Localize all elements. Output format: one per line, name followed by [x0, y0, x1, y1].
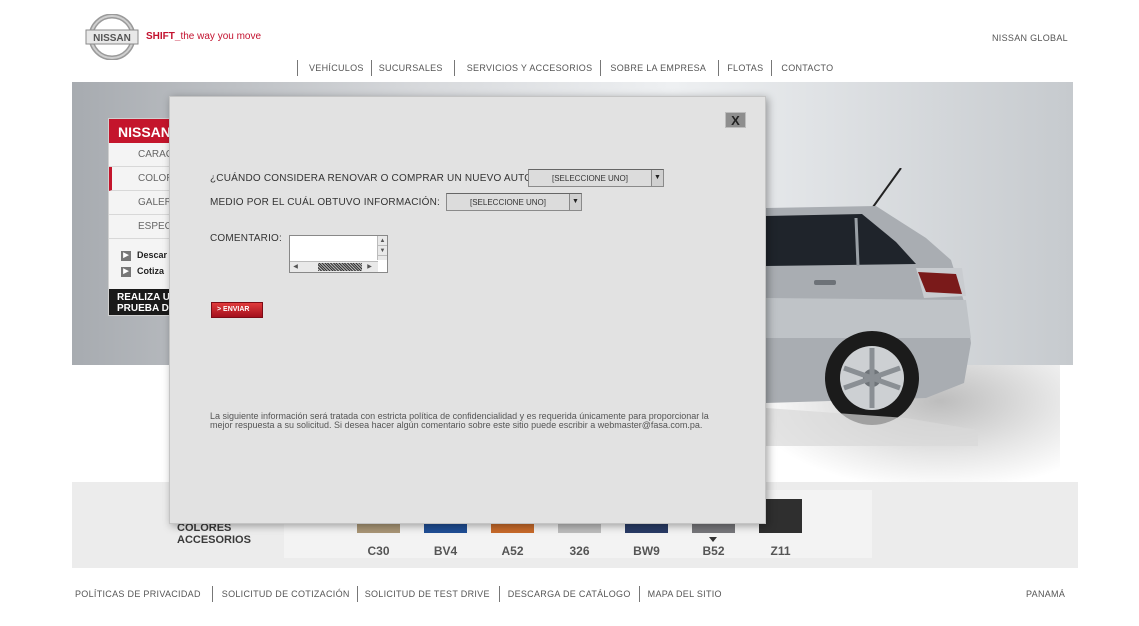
nav-servicios-accesorios[interactable]: SERVICIOS Y ACCESORIOS [453, 60, 601, 76]
horizontal-scrollbar[interactable]: ◀ ▶ [290, 261, 378, 272]
scroll-up-icon[interactable]: ▲ [378, 236, 387, 246]
scrollbar-thumb[interactable] [318, 263, 362, 271]
scroll-right-icon[interactable]: ▶ [364, 262, 375, 272]
side-menu-item-galeria[interactable]: GALER [109, 191, 171, 215]
info-source-select[interactable]: [SELECCIONE UNO] ▼ [446, 193, 582, 211]
footer-nav: POLÍTICAS DE PRIVACIDAD SOLICITUD DE COT… [75, 586, 722, 602]
color-code-label[interactable]: BV4 [424, 544, 467, 558]
nissan-logo[interactable]: NISSAN [85, 14, 139, 60]
model-side-menu: NISSAN CARAC COLOR GALER ESPEC ▶ Descar ▶… [108, 118, 172, 316]
test-drive-cta[interactable]: REALIZA U PRUEBA D [109, 289, 171, 315]
logo-text: NISSAN [93, 33, 131, 44]
color-code-label[interactable]: B52 [692, 544, 735, 558]
arrow-right-icon: ▶ [121, 266, 131, 277]
side-menu-title: NISSAN [109, 119, 171, 143]
nav-sobre-empresa[interactable]: SOBRE LA EMPRESA [600, 60, 718, 76]
side-menu-item-especificaciones[interactable]: ESPEC [109, 215, 171, 239]
arrow-right-icon: ▶ [121, 250, 131, 261]
color-code-label[interactable]: BW9 [625, 544, 668, 558]
selected-marker-icon [709, 537, 717, 542]
footer-link-mapa[interactable]: MAPA DEL SITIO [638, 586, 722, 602]
nissan-global-link[interactable]: NISSAN GLOBAL [992, 33, 1068, 43]
comment-textarea[interactable]: ▲ ▼ ◀ ▶ [289, 235, 388, 273]
color-code-label[interactable]: C30 [357, 544, 400, 558]
scroll-left-icon[interactable]: ◀ [290, 262, 301, 272]
tab-accesorios[interactable]: ACCESORIOS [170, 534, 270, 546]
side-menu-item-caracteristicas[interactable]: CARAC [109, 143, 171, 167]
side-link-cotiza[interactable]: ▶ Cotiza [121, 265, 171, 281]
nav-sucursales[interactable]: SUCURSALES [370, 60, 454, 76]
side-menu-links: ▶ Descar ▶ Cotiza [109, 239, 171, 281]
cta-line-2: PRUEBA D [117, 303, 169, 314]
top-nav: VEHÍCULOS SUCURSALES SERVICIOS Y ACCESOR… [297, 60, 833, 76]
side-link-descarga[interactable]: ▶ Descar [121, 249, 171, 265]
cta-line-1: REALIZA U [117, 292, 170, 303]
renew-timing-select[interactable]: [SELECCIONE UNO] ▼ [528, 169, 664, 187]
renew-timing-value: [SELECCIONE UNO] [551, 174, 628, 183]
color-code-label[interactable]: Z11 [759, 544, 802, 558]
page: NISSAN SHIFT_the way you move NISSAN GLO… [0, 0, 1139, 626]
color-tabs: COLORES ACCESORIOS [170, 522, 270, 546]
close-button[interactable]: X [725, 112, 746, 128]
tagline-bold: SHIFT_ [146, 31, 181, 42]
country-label[interactable]: PANAMÁ [1026, 589, 1065, 599]
question-renew-label: ¿CUÁNDO CONSIDERA RENOVAR O COMPRAR UN N… [210, 173, 541, 184]
side-menu-item-colores[interactable]: COLOR [109, 167, 171, 191]
side-link-descarga-label: Descar [137, 250, 168, 260]
color-code-label[interactable]: 326 [558, 544, 601, 558]
vertical-scrollbar[interactable]: ▲ ▼ [377, 236, 387, 260]
send-button[interactable]: > ENVIAR [211, 302, 263, 318]
footer-link-cotizacion[interactable]: SOLICITUD DE COTIZACIÓN [211, 586, 357, 602]
tagline-rest: the way you move [180, 31, 262, 42]
privacy-notice: La siguiente información será tratada co… [210, 411, 709, 430]
suv-car-image [766, 168, 978, 446]
footer-link-privacidad[interactable]: POLÍTICAS DE PRIVACIDAD [75, 586, 212, 602]
info-source-value: [SELECCIONE UNO] [469, 198, 546, 207]
nav-flotas[interactable]: FLOTAS [718, 60, 771, 76]
footer-link-catalogo[interactable]: DESCARGA DE CATÁLOGO [498, 586, 639, 602]
comment-label: COMENTARIO: [210, 233, 283, 244]
nav-vehiculos[interactable]: VEHÍCULOS [297, 60, 371, 76]
footer-link-test-drive[interactable]: SOLICITUD DE TEST DRIVE [356, 586, 499, 602]
side-link-cotiza-label: Cotiza [137, 266, 164, 276]
tagline: SHIFT_the way you move [146, 31, 261, 42]
chevron-down-icon[interactable]: ▼ [651, 170, 663, 186]
color-code-label[interactable]: A52 [491, 544, 534, 558]
chevron-down-icon[interactable]: ▼ [569, 194, 581, 210]
scroll-down-icon[interactable]: ▼ [378, 246, 387, 256]
question-source-label: MEDIO POR EL CUÁL OBTUVO INFORMACIÓN: [210, 197, 441, 208]
nav-contacto[interactable]: CONTACTO [771, 60, 833, 76]
